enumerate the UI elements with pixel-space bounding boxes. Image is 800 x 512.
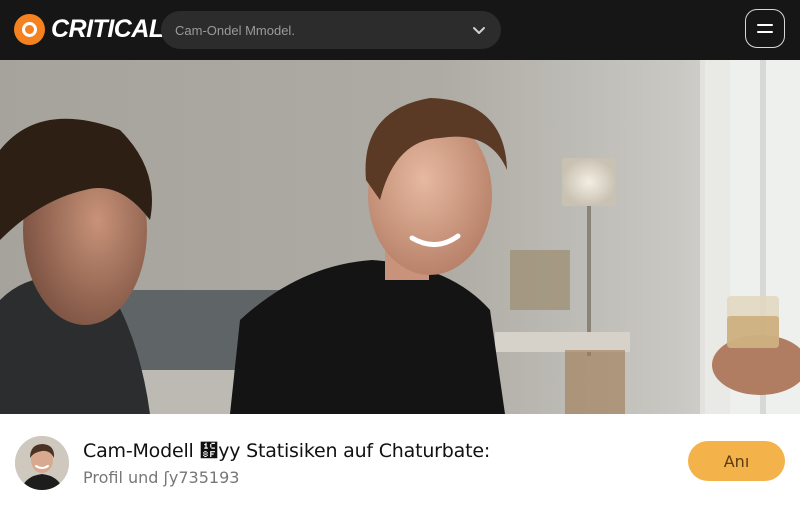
menu-button[interactable] xyxy=(745,9,785,48)
hero-photo xyxy=(0,60,800,414)
model-select-value: Cam-Ondel Mmodel. xyxy=(175,22,295,38)
profile-subtitle: Profil und ʃy735193 xyxy=(83,468,240,487)
hero-image xyxy=(0,60,800,414)
action-button[interactable]: Anı xyxy=(688,441,785,481)
model-select[interactable]: Cam-Ondel Mmodel. xyxy=(161,11,501,49)
avatar[interactable] xyxy=(15,436,69,490)
profile-title: Cam-Modell ᲏уу Statisiken auf Chaturbate… xyxy=(83,440,491,462)
top-bar: CRITICAL Cam-Ondel Mmodel. xyxy=(0,0,800,60)
logo-text: CRITICAL xyxy=(51,14,164,43)
chevron-down-icon xyxy=(473,27,485,34)
avatar-image xyxy=(15,436,69,490)
hamburger-icon-line-top xyxy=(757,24,773,26)
hamburger-icon-line-bottom xyxy=(757,31,773,33)
logo-icon xyxy=(14,13,45,45)
profile-bar: Cam-Modell ᲏уу Statisiken auf Chaturbate… xyxy=(0,414,800,512)
site-logo[interactable]: CRITICAL xyxy=(14,12,164,46)
